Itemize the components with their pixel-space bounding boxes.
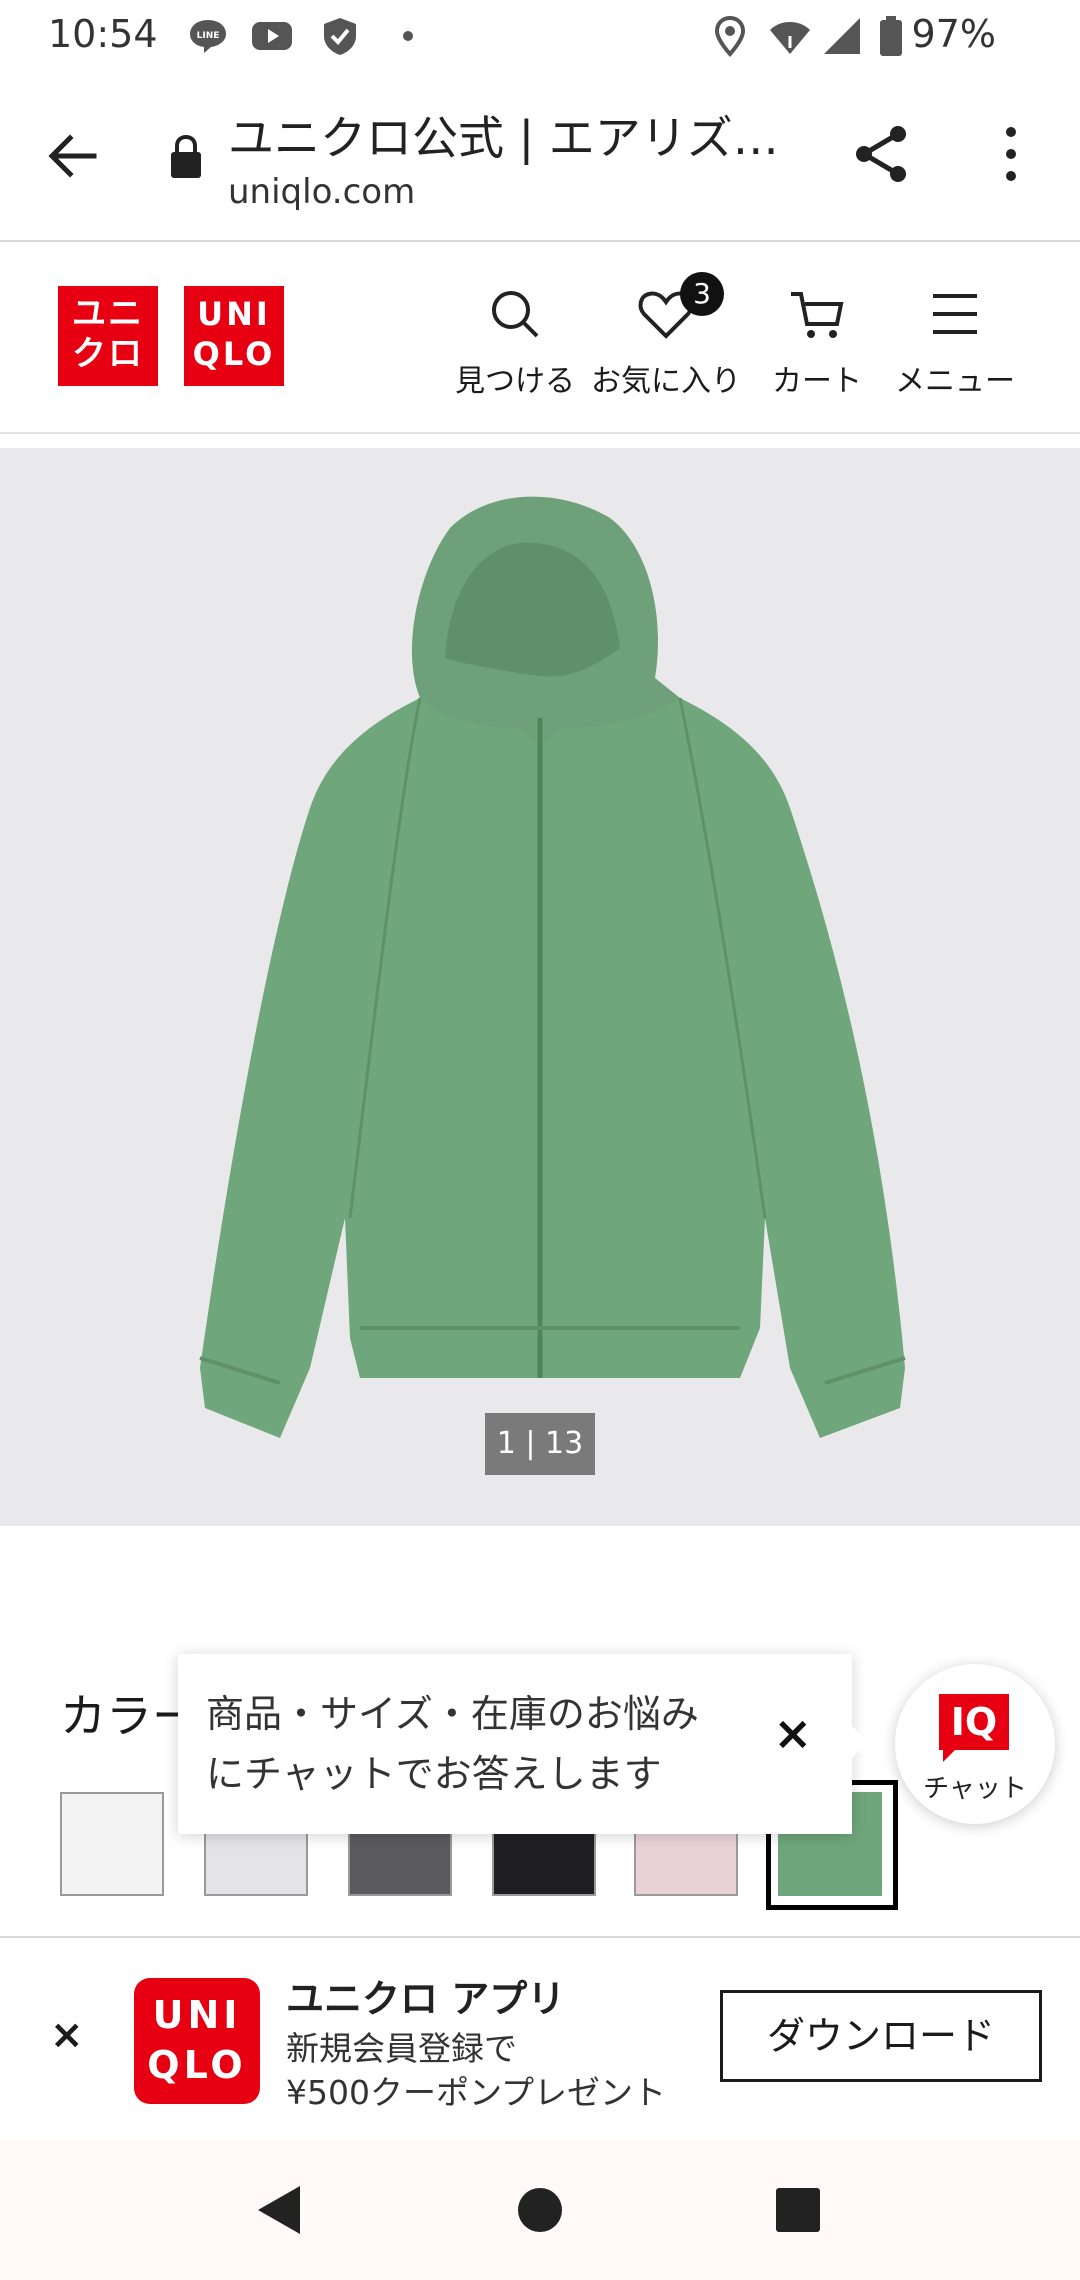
logo-ja-line2: クロ [72,334,144,374]
cart-icon [791,292,844,338]
app-banner-subtitle-2: ¥500クーポンプレゼント [286,2073,666,2112]
back-arrow-icon[interactable] [42,126,102,186]
browser-toolbar: ユニクロ公式 | エアリズ… uniqlo.com [0,72,1080,242]
nav-recents-icon[interactable] [776,2188,820,2232]
dot-icon [403,31,413,41]
nav-menu-label: メニュー [895,364,1015,399]
search-icon [492,291,539,338]
nav-cart[interactable]: カート [762,286,872,400]
site-header: ユニ クロ UNI QLO 見つける 3 お気に入り カート メニュー [0,242,1080,434]
logo-en-line2: QLO [192,335,276,373]
nav-search[interactable]: 見つける [450,286,580,400]
share-icon[interactable] [850,122,914,186]
swatch-white[interactable] [60,1792,164,1896]
app-banner: × UNI QLO ユニクロ アプリ 新規会員登録で ¥500クーポンプレゼント… [0,1936,1080,2138]
nav-back-icon[interactable] [256,2184,302,2236]
chat-button-label: チャット [923,1774,1027,1804]
battery-percent: 97% [911,12,996,56]
app-logo-line1: UNI [152,1993,242,2037]
status-bar: 10:54 LINE 97% [0,0,1080,72]
image-counter: 1 | 13 [485,1413,595,1475]
product-image[interactable]: 1 | 13 [0,448,1080,1526]
favorites-badge: 3 [680,272,724,316]
more-vert-icon[interactable] [996,122,1026,186]
app-banner-subtitle-1: 新規会員登録で [286,2029,517,2068]
nav-home-icon[interactable] [516,2186,564,2234]
app-logo: UNI QLO [134,1978,260,2104]
chat-tooltip: 商品・サイズ・在庫のお悩み にチャットでお答えします × [178,1654,868,1834]
iq-logo-tail [943,1748,957,1762]
battery-icon [880,16,902,56]
svg-text:LINE: LINE [197,31,220,41]
system-nav-bar [0,2140,1080,2280]
download-button[interactable]: ダウンロード [720,1990,1042,2082]
uniqlo-logo-ja[interactable]: ユニ クロ [58,286,158,386]
app-banner-title: ユニクロ アプリ [286,1977,566,2021]
chat-tooltip-text: 商品・サイズ・在庫のお悩み にチャットでお答えします [206,1684,726,1804]
logo-ja-line1: ユニ [72,294,144,334]
line-icon: LINE [190,20,226,53]
uniqlo-logo-en[interactable]: UNI QLO [184,286,284,386]
hamburger-icon [933,294,977,334]
nav-favorites[interactable]: 3 お気に入り [588,272,744,400]
nav-favorites-label: お気に入り [591,364,741,399]
signal-icon [824,18,860,54]
page-host[interactable]: uniqlo.com [228,172,415,212]
wifi-icon [770,22,810,54]
shield-check-icon [324,18,356,55]
chat-button[interactable]: IQ チャット [895,1664,1055,1824]
lock-icon [171,134,201,178]
chat-tooltip-line2: にチャットでお答えします [206,1752,662,1796]
chat-tooltip-line1: 商品・サイズ・在庫のお悩み [206,1692,699,1736]
tooltip-arrow [852,1726,868,1758]
status-time: 10:54 [48,12,158,56]
tooltip-close-icon[interactable]: × [773,1706,812,1760]
nav-menu[interactable]: メニュー [890,286,1020,400]
nav-search-label: 見つける [455,364,575,399]
banner-close-icon[interactable]: × [50,2012,84,2058]
location-icon [714,15,746,57]
page-title[interactable]: ユニクロ公式 | エアリズ… [228,102,779,168]
app-logo-line2: QLO [147,2043,247,2087]
logo-en-line1: UNI [197,295,271,333]
hoodie-illustration [199,496,906,1438]
iq-logo: IQ [939,1694,1009,1750]
youtube-icon [252,22,292,50]
nav-cart-label: カート [772,364,862,399]
